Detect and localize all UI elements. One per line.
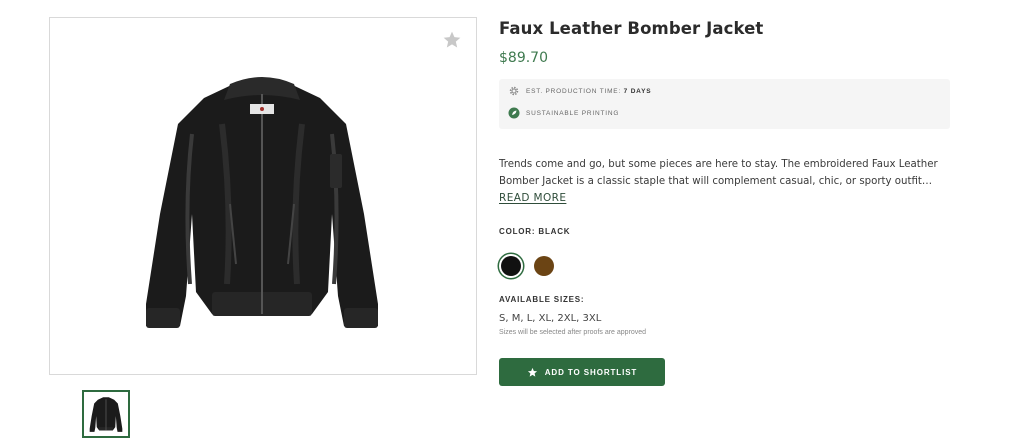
sizes-label: AVAILABLE SIZES: [499,295,585,304]
read-more-link[interactable]: READ MORE [499,192,566,204]
add-to-shortlist-label: ADD TO SHORTLIST [544,367,638,377]
product-image-frame [49,17,477,375]
jacket-image [146,77,378,328]
product-title: Faux Leather Bomber Jacket [499,19,764,38]
star-icon [527,367,537,377]
sizes-values: S, M, L, XL, 2XL, 3XL [499,313,602,324]
production-time-value: 7 DAYS [623,87,652,95]
sustainable-row: SUSTAINABLE PRINTING [508,107,619,119]
production-time-label: EST. PRODUCTION TIME: [526,87,622,95]
sizes-note: Sizes will be selected after proofs are … [499,329,647,336]
sustainable-text: SUSTAINABLE PRINTING [526,109,620,117]
production-time-text: EST. PRODUCTION TIME: 7 DAYS [526,88,651,95]
star-icon[interactable] [442,30,462,50]
color-swatch-black[interactable] [501,256,521,276]
info-box: EST. PRODUCTION TIME: 7 DAYS SUSTAINABLE… [499,79,950,129]
gear-icon [509,86,519,96]
color-label: COLOR: BLACK [499,227,571,236]
thumbnail-jacket[interactable] [82,390,130,438]
jacket-thumbnail-image [89,397,123,432]
add-to-shortlist-button[interactable]: ADD TO SHORTLIST [499,358,665,386]
production-time-row: EST. PRODUCTION TIME: 7 DAYS [508,85,651,97]
product-price: $89.70 [499,50,548,66]
leaf-icon [508,107,520,119]
product-description: Trends come and go, but some pieces are … [499,159,938,187]
color-swatch-brown[interactable] [534,256,554,276]
